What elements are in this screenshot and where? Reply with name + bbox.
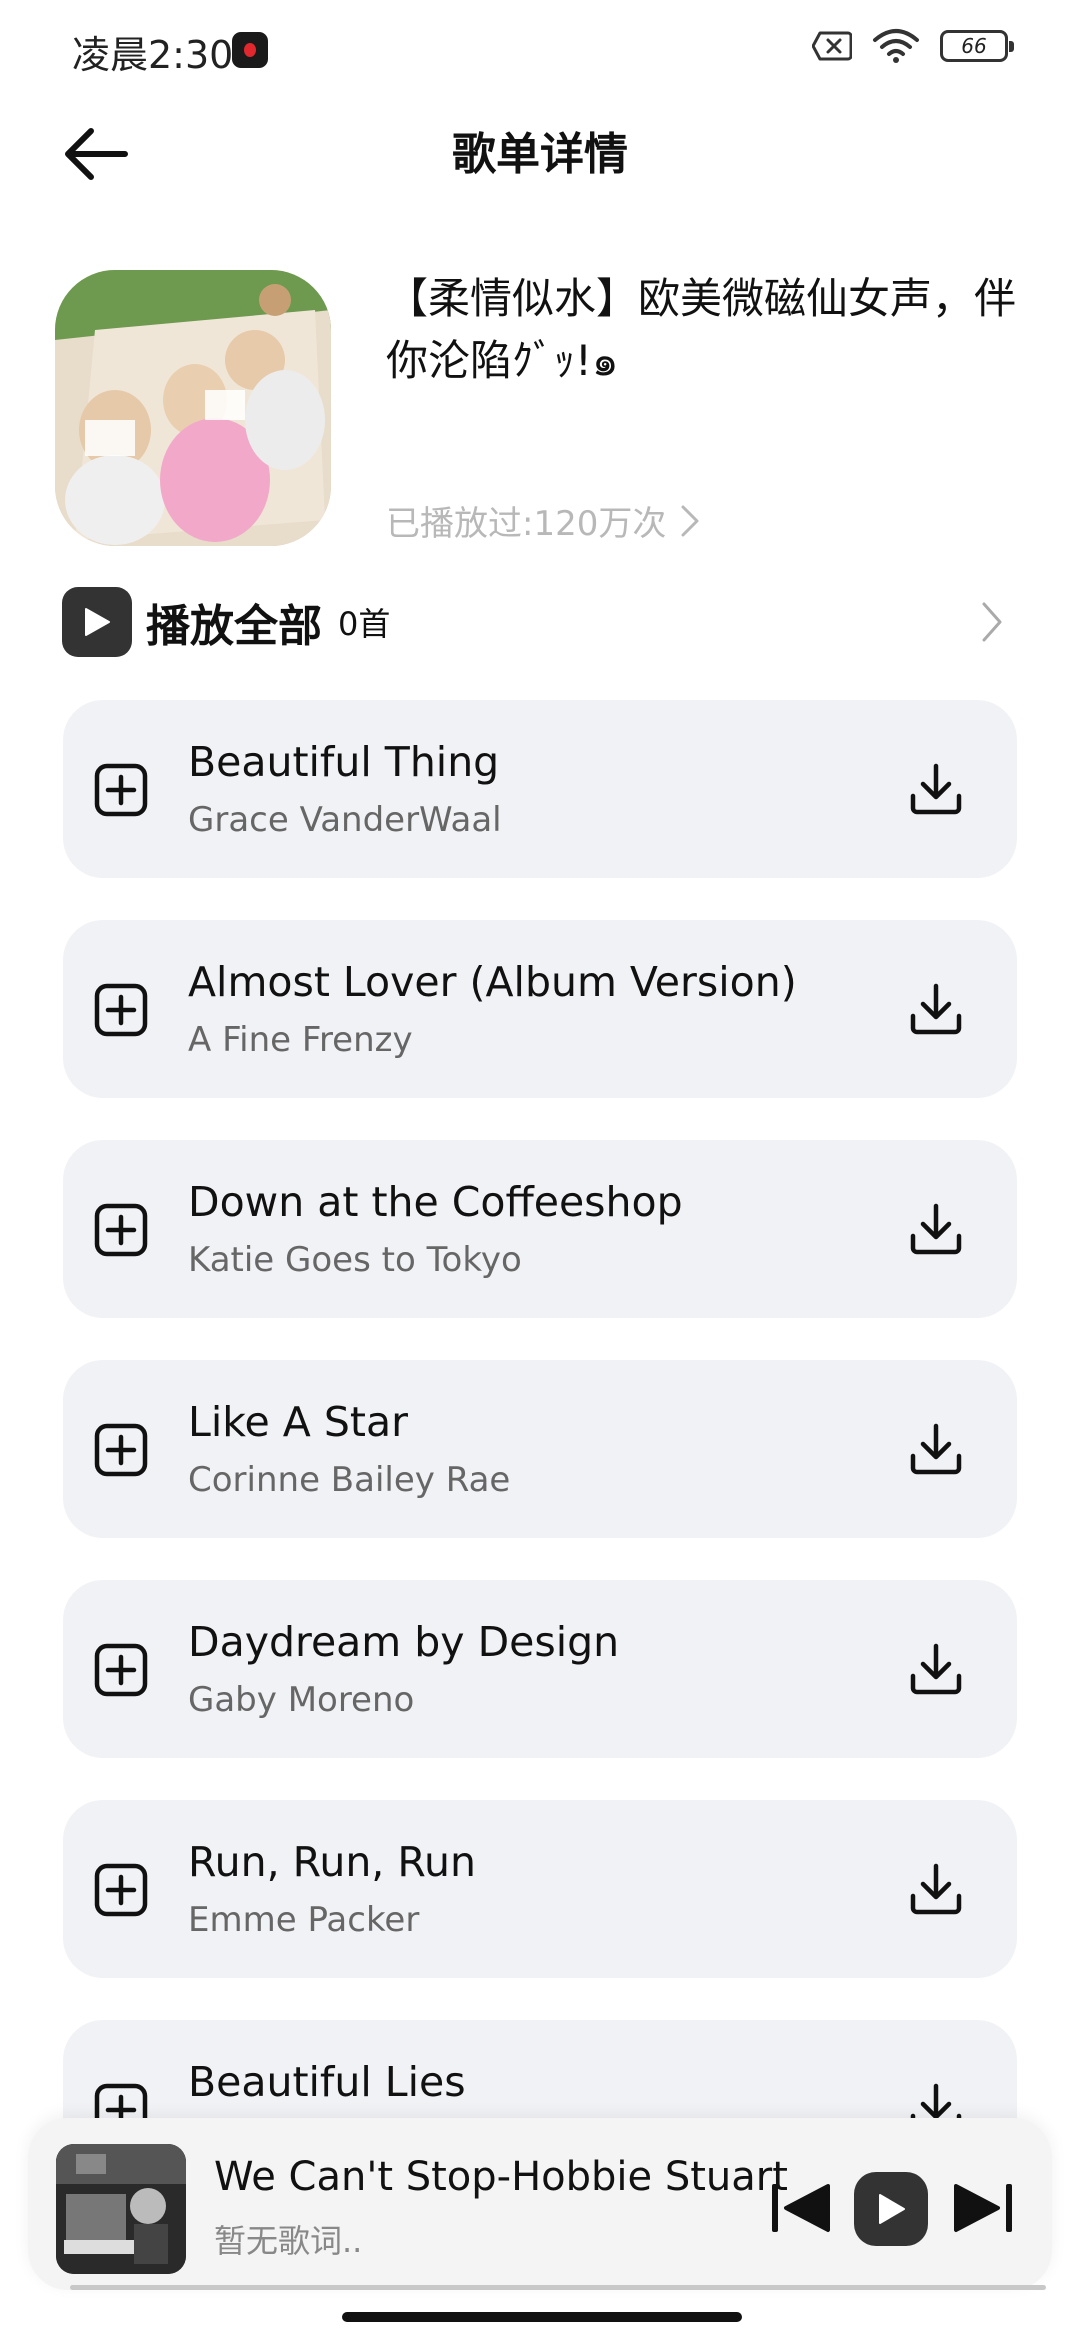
skip-previous-icon[interactable]: [768, 2180, 834, 2236]
chevron-right-icon: [982, 602, 1002, 642]
now-playing-lyric: 暂无歌词..: [214, 2222, 363, 2260]
cover-image: [55, 270, 331, 546]
play-all-label: 播放全部: [146, 601, 322, 652]
wifi-icon: [873, 29, 919, 63]
plus-square-icon[interactable]: [93, 1642, 149, 1698]
status-icons: 66: [812, 28, 1014, 64]
song-artist: Corinne Bailey Rae: [188, 1460, 511, 1500]
song-title: Down at the Coffeeshop: [188, 1178, 683, 1226]
song-artist: Grace VanderWaal: [188, 800, 502, 840]
header: 歌单详情: [0, 100, 1080, 200]
song-item[interactable]: Run, Run, Run Emme Packer: [63, 1800, 1017, 1978]
song-title: Beautiful Thing: [188, 738, 500, 786]
mini-player[interactable]: We Can't Stop-Hobbie Stuart 暂无歌词..: [28, 2118, 1052, 2290]
song-artist: A Fine Frenzy: [188, 1020, 413, 1060]
play-icon: [85, 608, 110, 636]
music-app-icon: [232, 32, 268, 68]
play-all-row[interactable]: 播放全部 0首: [62, 586, 1012, 658]
play-pause-button[interactable]: [854, 2172, 928, 2246]
song-count: 0首: [338, 605, 391, 643]
song-title: Almost Lover (Album Version): [188, 958, 797, 1006]
song-list[interactable]: Beautiful Thing Grace VanderWaal Almost …: [63, 700, 1017, 2124]
song-item[interactable]: Down at the Coffeeshop Katie Goes to Tok…: [63, 1140, 1017, 1318]
download-icon[interactable]: [907, 980, 965, 1038]
song-title: Run, Run, Run: [188, 1838, 476, 1886]
plus-square-icon[interactable]: [93, 982, 149, 1038]
plus-square-icon[interactable]: [93, 1202, 149, 1258]
now-playing-title: We Can't Stop-Hobbie Stuart: [214, 2154, 788, 2200]
song-artist: Emme Packer: [188, 1900, 420, 1940]
status-bar: 凌晨2:30 66: [0, 0, 1080, 100]
song-artist: Gaby Moreno: [188, 1680, 415, 1720]
song-item[interactable]: Like A Star Corinne Bailey Rae: [63, 1360, 1017, 1538]
play-icon: [879, 2194, 905, 2224]
plus-square-icon[interactable]: [93, 1862, 149, 1918]
song-artist: Katie Goes to Tokyo: [188, 1240, 522, 1280]
chevron-right-icon: [681, 505, 699, 536]
playback-progress-track[interactable]: [70, 2285, 1046, 2290]
skip-next-icon[interactable]: [950, 2180, 1016, 2236]
playlist-title: 【柔情似水】欧美微磁仙女声，伴你沦陷ｸﾞｯ!๑: [386, 274, 1017, 385]
download-icon[interactable]: [907, 1640, 965, 1698]
play-all-more[interactable]: [972, 592, 1012, 652]
now-playing-cover[interactable]: [56, 2144, 186, 2274]
no-sim-icon: [812, 31, 852, 61]
play-count-link[interactable]: 已播放过:120万次: [386, 496, 700, 545]
status-time: 凌晨2:30: [72, 33, 234, 77]
song-item[interactable]: Daydream by Design Gaby Moreno: [63, 1580, 1017, 1758]
page-title: 歌单详情: [452, 129, 628, 180]
song-item[interactable]: Almost Lover (Album Version) A Fine Fren…: [63, 920, 1017, 1098]
battery-indicator: 66: [940, 30, 1014, 62]
song-title: Daydream by Design: [188, 1618, 620, 1666]
download-icon[interactable]: [907, 760, 965, 818]
song-item[interactable]: Beautiful Thing Grace VanderWaal: [63, 700, 1017, 878]
play-all-button[interactable]: [62, 587, 132, 657]
play-count-text: 已播放过:120万次: [386, 504, 667, 544]
song-title: Beautiful Lies: [188, 2058, 466, 2106]
download-icon[interactable]: [907, 1860, 965, 1918]
download-icon[interactable]: [907, 1420, 965, 1478]
download-icon[interactable]: [907, 1200, 965, 1258]
home-indicator[interactable]: [342, 2312, 742, 2322]
song-title: Like A Star: [188, 1398, 408, 1446]
playlist-cover[interactable]: [55, 270, 331, 546]
cover-image: [56, 2144, 186, 2274]
song-item[interactable]: Beautiful Lies: [63, 2020, 1017, 2124]
plus-square-icon[interactable]: [93, 1422, 149, 1478]
plus-square-icon[interactable]: [93, 762, 149, 818]
